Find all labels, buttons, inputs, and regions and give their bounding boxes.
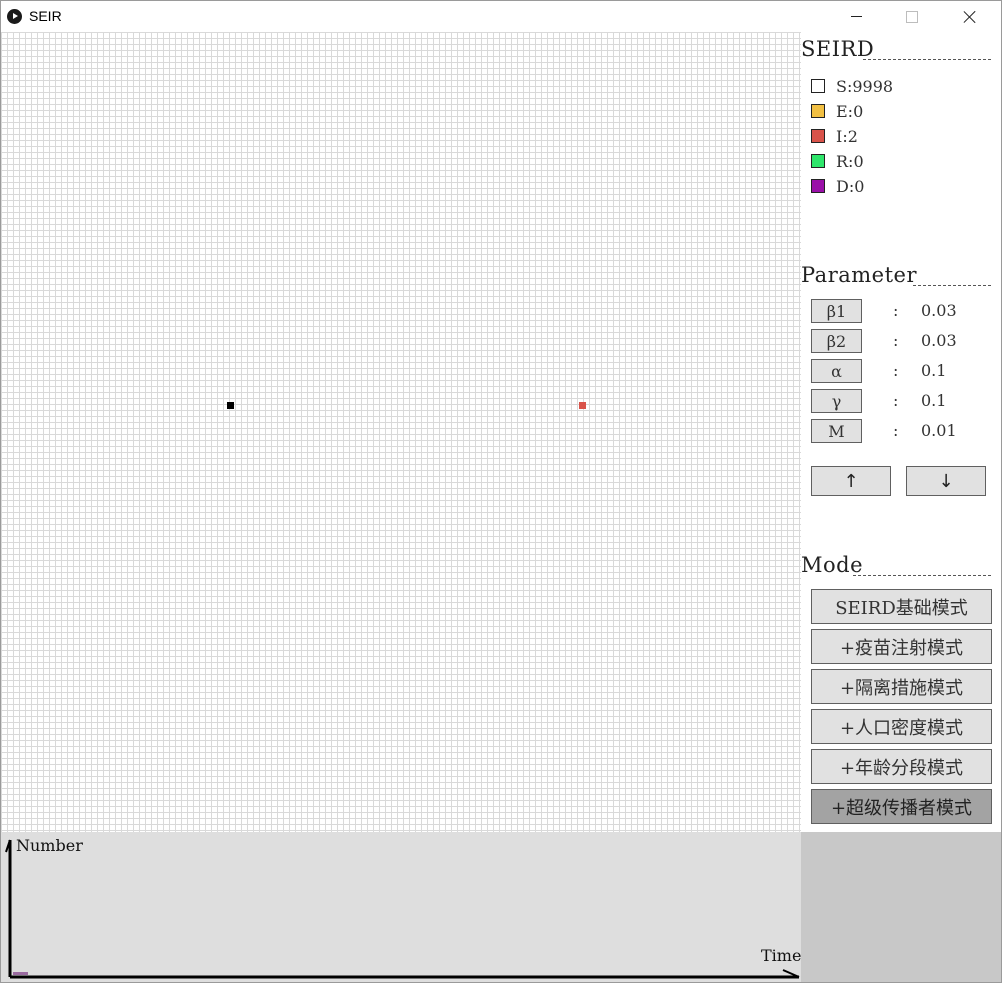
param-colon: : — [893, 391, 899, 410]
x-axis-label: Time — [761, 946, 802, 965]
legend-swatch — [811, 154, 825, 168]
legend-swatch — [811, 129, 825, 143]
legend-label: D:0 — [836, 176, 865, 196]
param-value-beta2: 0.03 — [921, 331, 957, 350]
parameter-heading: Parameter — [801, 263, 918, 287]
app-window: SEIR SEIRD S:9998 E:0 I:2 R:0 D:0 Parame… — [0, 0, 1002, 983]
param-colon: : — [893, 421, 899, 440]
legend-label: E:0 — [836, 101, 864, 121]
heading-divider — [853, 575, 991, 576]
mode-button-quarantine[interactable]: +隔离措施模式 — [811, 669, 992, 704]
param-button-beta2[interactable]: β2 — [811, 329, 862, 353]
legend-swatch — [811, 104, 825, 118]
param-button-alpha[interactable]: α — [811, 359, 862, 383]
legend-label: I:2 — [836, 126, 858, 146]
param-colon: : — [893, 301, 899, 320]
chart-side-panel — [801, 832, 1001, 982]
mode-button-density[interactable]: +人口密度模式 — [811, 709, 992, 744]
control-panel: SEIRD S:9998 E:0 I:2 R:0 D:0 Parameter β… — [801, 32, 1001, 832]
mode-button-superspreader[interactable]: +超级传播者模式 — [811, 789, 992, 824]
param-value-alpha: 0.1 — [921, 361, 947, 380]
minimize-button[interactable] — [827, 1, 885, 32]
agent-susceptible — [227, 402, 234, 409]
y-axis-label: Number — [16, 836, 83, 855]
legend-item-i: I:2 — [811, 126, 858, 146]
play-icon — [7, 9, 22, 24]
close-button[interactable] — [941, 1, 999, 32]
minimize-icon — [850, 16, 862, 17]
param-value-m: 0.01 — [921, 421, 957, 440]
legend-label: S:9998 — [836, 76, 894, 96]
legend-item-d: D:0 — [811, 176, 864, 196]
heading-divider — [863, 59, 991, 60]
legend-swatch — [811, 79, 825, 93]
seird-heading: SEIRD — [801, 37, 875, 61]
close-icon — [963, 10, 977, 24]
param-row-gamma: γ : 0.1 — [811, 389, 996, 415]
title-bar: SEIR — [1, 1, 1001, 32]
param-row-alpha: α : 0.1 — [811, 359, 996, 385]
heading-divider — [913, 285, 991, 286]
population-chart: Number Time — [1, 832, 801, 982]
window-title: SEIR — [29, 8, 62, 24]
mode-heading: Mode — [801, 553, 864, 577]
maximize-button[interactable] — [883, 1, 941, 32]
param-row-beta2: β2 : 0.03 — [811, 329, 996, 355]
param-value-beta1: 0.03 — [921, 301, 957, 320]
param-colon: : — [893, 361, 899, 380]
param-row-m: M : 0.01 — [811, 419, 996, 445]
chart-axes — [5, 839, 800, 979]
simulation-grid — [1, 32, 801, 832]
arrow-down-icon: ↓ — [938, 470, 954, 492]
mode-button-age[interactable]: +年龄分段模式 — [811, 749, 992, 784]
increase-button[interactable]: ↑ — [811, 466, 891, 496]
legend-swatch — [811, 179, 825, 193]
mode-button-seird-basic[interactable]: SEIRD基础模式 — [811, 589, 992, 624]
maximize-icon — [906, 10, 918, 23]
param-button-beta1[interactable]: β1 — [811, 299, 862, 323]
param-colon: : — [893, 331, 899, 350]
agent-infected — [579, 402, 586, 409]
legend-item-r: R:0 — [811, 151, 864, 171]
param-button-gamma[interactable]: γ — [811, 389, 862, 413]
arrow-up-icon: ↑ — [843, 470, 859, 492]
legend-item-s: S:9998 — [811, 76, 893, 96]
param-value-gamma: 0.1 — [921, 391, 947, 410]
chart-series-start — [13, 972, 28, 975]
legend-label: R:0 — [836, 151, 864, 171]
param-button-m[interactable]: M — [811, 419, 862, 443]
legend-item-e: E:0 — [811, 101, 863, 121]
decrease-button[interactable]: ↓ — [906, 466, 986, 496]
param-row-beta1: β1 : 0.03 — [811, 299, 996, 325]
mode-button-vaccine[interactable]: +疫苗注射模式 — [811, 629, 992, 664]
